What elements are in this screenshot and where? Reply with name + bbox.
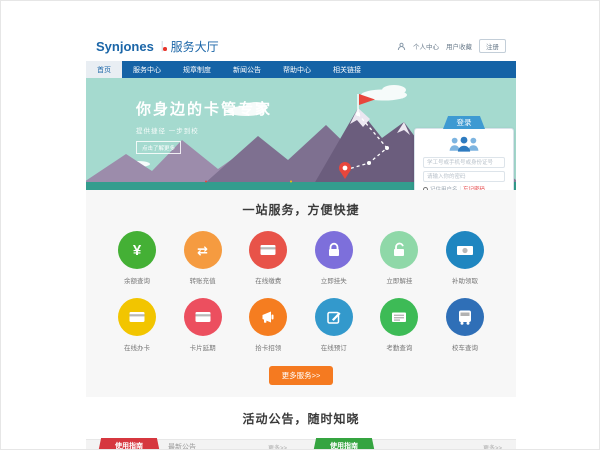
password-input[interactable] xyxy=(423,171,505,182)
bank-card-icon xyxy=(118,298,156,336)
bank-card-icon xyxy=(249,231,287,269)
banner-title: 你身边的卡管专家 xyxy=(136,98,272,119)
hero-banner: 你身边的卡管专家 提供捷径 一步到校 点击了解更多 登录 记住用户名 | 忘记密… xyxy=(86,78,516,190)
service-item-attendance[interactable]: 考勤查询 xyxy=(368,298,430,352)
edit-icon xyxy=(315,298,353,336)
nav-item-help-center[interactable]: 帮助中心 xyxy=(272,61,322,78)
banknote-icon xyxy=(446,231,484,269)
service-label: 在线办卡 xyxy=(124,342,150,352)
service-item-card-extension[interactable]: 卡片延期 xyxy=(172,298,234,352)
yen-icon: ¥ xyxy=(118,231,156,269)
announcements-title: 活动公告，随时知晓 xyxy=(86,410,516,427)
more-link-right[interactable]: 更多>> xyxy=(483,443,502,450)
bus-icon xyxy=(446,298,484,336)
announcements-section: 活动公告，随时知晓 xyxy=(86,397,516,439)
services-section: 一站服务，方便快捷 ¥ 余额查询 ⇄ 转账充值 在线缴费 立即挂失 xyxy=(86,190,516,397)
announcement-tabs-bar: 使用指南 最新公告 更多>> 使用指南 更多>> xyxy=(86,439,516,450)
header: Synjones | 服务大厅 个人中心 用户收藏 注册 xyxy=(86,31,516,61)
service-item-balance[interactable]: ¥ 余额查询 xyxy=(106,231,168,285)
unlock-icon xyxy=(380,231,418,269)
tab-latest-announcements[interactable]: 最新公告 xyxy=(168,442,196,450)
username-input[interactable] xyxy=(423,157,505,168)
tab-usage-guide-right[interactable]: 使用指南 xyxy=(313,438,375,450)
forgot-password-link[interactable]: 忘记密码 xyxy=(463,185,485,190)
users-group-icon xyxy=(447,134,481,154)
service-item-school-bus[interactable]: 校车查询 xyxy=(434,298,496,352)
screenshot-frame: Synjones | 服务大厅 个人中心 用户收藏 注册 首页 服务中心 规章制… xyxy=(0,0,600,450)
service-item-online-booking[interactable]: 在线预订 xyxy=(303,298,365,352)
announcement-panel-right: 使用指南 更多>> xyxy=(301,440,516,450)
nav-item-news[interactable]: 新闻公告 xyxy=(222,61,272,78)
announcement-panel-left: 使用指南 最新公告 更多>> xyxy=(86,440,301,450)
service-item-apply-card[interactable]: 在线办卡 xyxy=(106,298,168,352)
service-label: 校车查询 xyxy=(452,342,478,352)
logo-red-dot-icon xyxy=(163,47,167,51)
service-label: 转账充值 xyxy=(190,275,216,285)
site-name: 服务大厅 xyxy=(171,38,219,55)
nav-item-rules[interactable]: 规章制度 xyxy=(172,61,222,78)
more-link-left[interactable]: 更多>> xyxy=(268,443,287,450)
banner-subtitle: 提供捷径 一步到校 xyxy=(136,125,272,135)
services-row-2: 在线办卡 卡片延期 拾卡招领 在线预订 xyxy=(106,298,496,352)
more-services-button[interactable]: 更多服务>> xyxy=(269,366,334,385)
transfer-icon: ⇄ xyxy=(184,231,222,269)
login-tab[interactable]: 登录 xyxy=(443,116,485,129)
service-label: 补助领取 xyxy=(452,275,478,285)
bank-card-icon xyxy=(184,298,222,336)
nav-item-service-center[interactable]: 服务中心 xyxy=(122,61,172,78)
service-item-transfer[interactable]: ⇄ 转账充值 xyxy=(172,231,234,285)
login-panel: 登录 记住用户名 | 忘记密码 cyp 换一张 登录 xyxy=(414,128,514,190)
service-item-lost-found[interactable]: 拾卡招领 xyxy=(237,298,299,352)
service-label: 余额查询 xyxy=(124,275,150,285)
service-label: 立即解挂 xyxy=(386,275,412,285)
banner-cta-button[interactable]: 点击了解更多 xyxy=(136,141,181,154)
services-row-1: ¥ 余额查询 ⇄ 转账充值 在线缴费 立即挂失 xyxy=(106,231,496,285)
megaphone-icon xyxy=(249,298,287,336)
synjones-logo[interactable]: Synjones xyxy=(96,39,154,54)
tab-usage-guide-left[interactable]: 使用指南 xyxy=(98,438,160,450)
remember-checkbox[interactable] xyxy=(423,187,428,191)
user-icon xyxy=(397,42,406,51)
attendance-icon xyxy=(380,298,418,336)
service-label: 卡片延期 xyxy=(190,342,216,352)
services-title: 一站服务，方便快捷 xyxy=(106,201,496,218)
service-label: 拾卡招领 xyxy=(255,342,281,352)
service-label: 考勤查询 xyxy=(386,342,412,352)
personal-center-link[interactable]: 个人中心 xyxy=(413,41,439,51)
nav-item-home[interactable]: 首页 xyxy=(86,61,122,78)
remember-label: 记住用户名 xyxy=(430,185,458,190)
lock-icon xyxy=(315,231,353,269)
service-item-report-loss[interactable]: 立即挂失 xyxy=(303,231,365,285)
main-nav: 首页 服务中心 规章制度 新闻公告 帮助中心 相关链接 xyxy=(86,61,516,78)
service-item-online-payment[interactable]: 在线缴费 xyxy=(237,231,299,285)
register-button[interactable]: 注册 xyxy=(479,39,506,53)
nav-item-links[interactable]: 相关链接 xyxy=(322,61,372,78)
service-label: 在线缴费 xyxy=(255,275,281,285)
service-label: 在线预订 xyxy=(321,342,347,352)
service-label: 立即挂失 xyxy=(321,275,347,285)
service-item-unfreeze[interactable]: 立即解挂 xyxy=(368,231,430,285)
service-item-subsidy[interactable]: 补助领取 xyxy=(434,231,496,285)
site-page: Synjones | 服务大厅 个人中心 用户收藏 注册 首页 服务中心 规章制… xyxy=(86,31,516,450)
user-favorites-link[interactable]: 用户收藏 xyxy=(446,41,472,51)
